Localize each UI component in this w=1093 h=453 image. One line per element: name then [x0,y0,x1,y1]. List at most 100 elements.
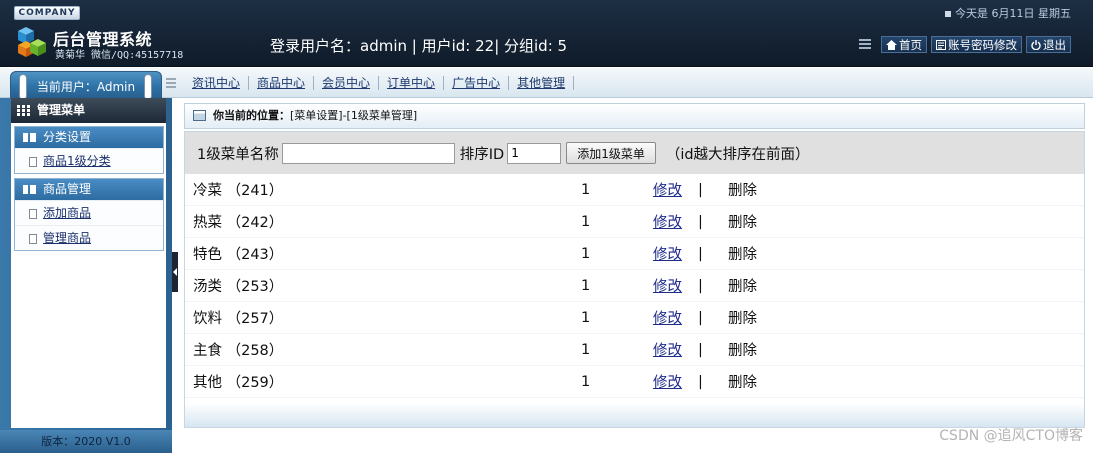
date-info: 今天是 6月11日 星期五 [945,5,1071,21]
home-icon [886,39,897,50]
delete-link[interactable]: 删除 [728,243,788,264]
logout-label: 退出 [1043,37,1066,52]
separator: | [698,373,703,390]
menu-name: 热菜 （242） [193,215,284,231]
sidebar-item-label: 管理商品 [43,231,92,245]
menu-sort: 1 [581,245,591,262]
edit-link[interactable]: 修改 [653,179,698,200]
main-content: 你当前的位置：[菜单设置]-[1级菜单管理] 1级菜单名称 排序ID 添加1级菜… [178,98,1093,453]
logo-cubes-icon [18,27,46,57]
sort-id-input[interactable] [507,142,562,164]
document-icon [29,209,37,219]
sidebar: 管理菜单 分类设置 商品1级分类 商品管理 添加商品 管理商品 版本：2020 … [0,98,172,453]
top-actions: 首页 账号密码修改 退出 [859,36,1071,53]
menu-name: 冷菜 （241） [193,183,284,199]
menu-name: 饮料 （257） [193,311,284,327]
menu-sort: 1 [581,341,591,358]
account-password-label: 账号密码修改 [948,37,1017,52]
sidebar-item-manage-products[interactable]: 管理商品 [15,225,163,250]
sidebar-item-label: 商品1级分类 [43,154,111,168]
menu-name: 特色 （243） [193,247,284,263]
separator: | [698,245,703,262]
edit-link[interactable]: 修改 [653,339,698,360]
breadcrumb-path: [菜单设置]-[1级菜单管理] [290,109,418,122]
table-row: 冷菜 （241） 1 修改 | 删除 [185,174,1084,206]
author-line: 黄菊华 微信/QQ:45157718 [55,50,184,61]
nav-lines-icon [166,77,176,89]
separator: | [698,341,703,358]
delete-link[interactable]: 删除 [728,307,788,328]
group-category-title[interactable]: 分类设置 [15,127,163,148]
menu-title: 管理菜单 [37,103,86,117]
delete-link[interactable]: 删除 [728,371,788,392]
home-label: 首页 [899,37,922,52]
menu-name: 其他 （259） [193,375,284,391]
separator: | [698,277,703,294]
menu-name: 汤类 （253） [193,279,284,295]
table-row: 特色 （243） 1 修改 | 删除 [185,238,1084,270]
table-row: 饮料 （257） 1 修改 | 删除 [185,302,1084,334]
delete-link[interactable]: 删除 [728,339,788,360]
version-label: 版本：2020 V1.0 [0,430,172,453]
hanger-right-icon [144,74,152,100]
logout-button[interactable]: 退出 [1026,36,1071,53]
separator: | [698,309,703,326]
edit-link[interactable]: 修改 [653,275,698,296]
menu-sort: 1 [581,373,591,390]
nav-other[interactable]: 其他管理 [509,76,575,90]
nav-news[interactable]: 资讯中心 [184,76,250,90]
current-user-tab: 当前用户：Admin [10,71,162,98]
sort-hint: （id越大排序在前面） [665,146,810,163]
home-button[interactable]: 首页 [881,36,927,53]
login-info: 登录用户名：admin | 用户id: 22| 分组id: 5 [270,37,568,55]
nav-products[interactable]: 商品中心 [249,76,315,90]
company-badge: COMPANY [14,6,80,20]
add-menu-button[interactable]: 添加1级菜单 [566,142,656,164]
menu-lines-icon [859,39,871,50]
document-icon [29,157,37,167]
breadcrumb: 你当前的位置：[菜单设置]-[1级菜单管理] [184,103,1085,129]
menu-header: 管理菜单 [11,98,166,123]
table-row: 汤类 （253） 1 修改 | 删除 [185,270,1084,302]
top-nav: 资讯中心 商品中心 会员中心 订单中心 广告中心 其他管理 [166,68,575,98]
separator: | [698,213,703,230]
grid-icon [17,105,30,116]
hanger-left-icon [19,74,27,100]
nav-orders[interactable]: 订单中心 [379,76,445,90]
sidebar-item-add-product[interactable]: 添加商品 [15,200,163,225]
menu-name-input[interactable] [281,142,455,164]
sort-id-label: 排序ID [459,146,505,163]
book-icon [23,133,36,142]
table-row: 其他 （259） 1 修改 | 删除 [185,366,1084,398]
group-products-title[interactable]: 商品管理 [15,179,163,200]
add-menu-form: 1级菜单名称 排序ID 添加1级菜单 （id越大排序在前面） [185,132,1084,174]
nav-members[interactable]: 会员中心 [314,76,380,90]
sidebar-item-product-category[interactable]: 商品1级分类 [15,148,163,173]
edit-link[interactable]: 修改 [653,243,698,264]
delete-link[interactable]: 删除 [728,179,788,200]
menu-name: 主食 （258） [193,343,284,359]
delete-link[interactable]: 删除 [728,211,788,232]
top-header: COMPANY 后台管理系统 黄菊华 微信/QQ:45157718 登录用户名：… [0,0,1093,67]
window-icon [193,110,206,121]
edit-link[interactable]: 修改 [653,211,698,232]
square-icon [945,11,951,17]
edit-link[interactable]: 修改 [653,307,698,328]
table-row: 热菜 （242） 1 修改 | 删除 [185,206,1084,238]
document-icon [29,234,37,244]
menu-sort: 1 [581,181,591,198]
chevron-left-icon [173,268,177,276]
menu-panel: 1级菜单名称 排序ID 添加1级菜单 （id越大排序在前面） 冷菜 （241） … [184,131,1085,428]
edit-link[interactable]: 修改 [653,371,698,392]
account-password-button[interactable]: 账号密码修改 [931,36,1022,53]
separator: | [698,181,703,198]
group-products-label: 商品管理 [43,182,92,196]
menu-sort: 1 [581,277,591,294]
power-icon [1031,39,1041,50]
sidebar-item-label: 添加商品 [43,206,92,220]
breadcrumb-label: 你当前的位置： [213,109,290,122]
book-icon [23,185,36,194]
delete-link[interactable]: 删除 [728,275,788,296]
top-navbar: 当前用户：Admin 资讯中心 商品中心 会员中心 订单中心 广告中心 其他管理 [0,68,1093,100]
nav-ads[interactable]: 广告中心 [444,76,510,90]
